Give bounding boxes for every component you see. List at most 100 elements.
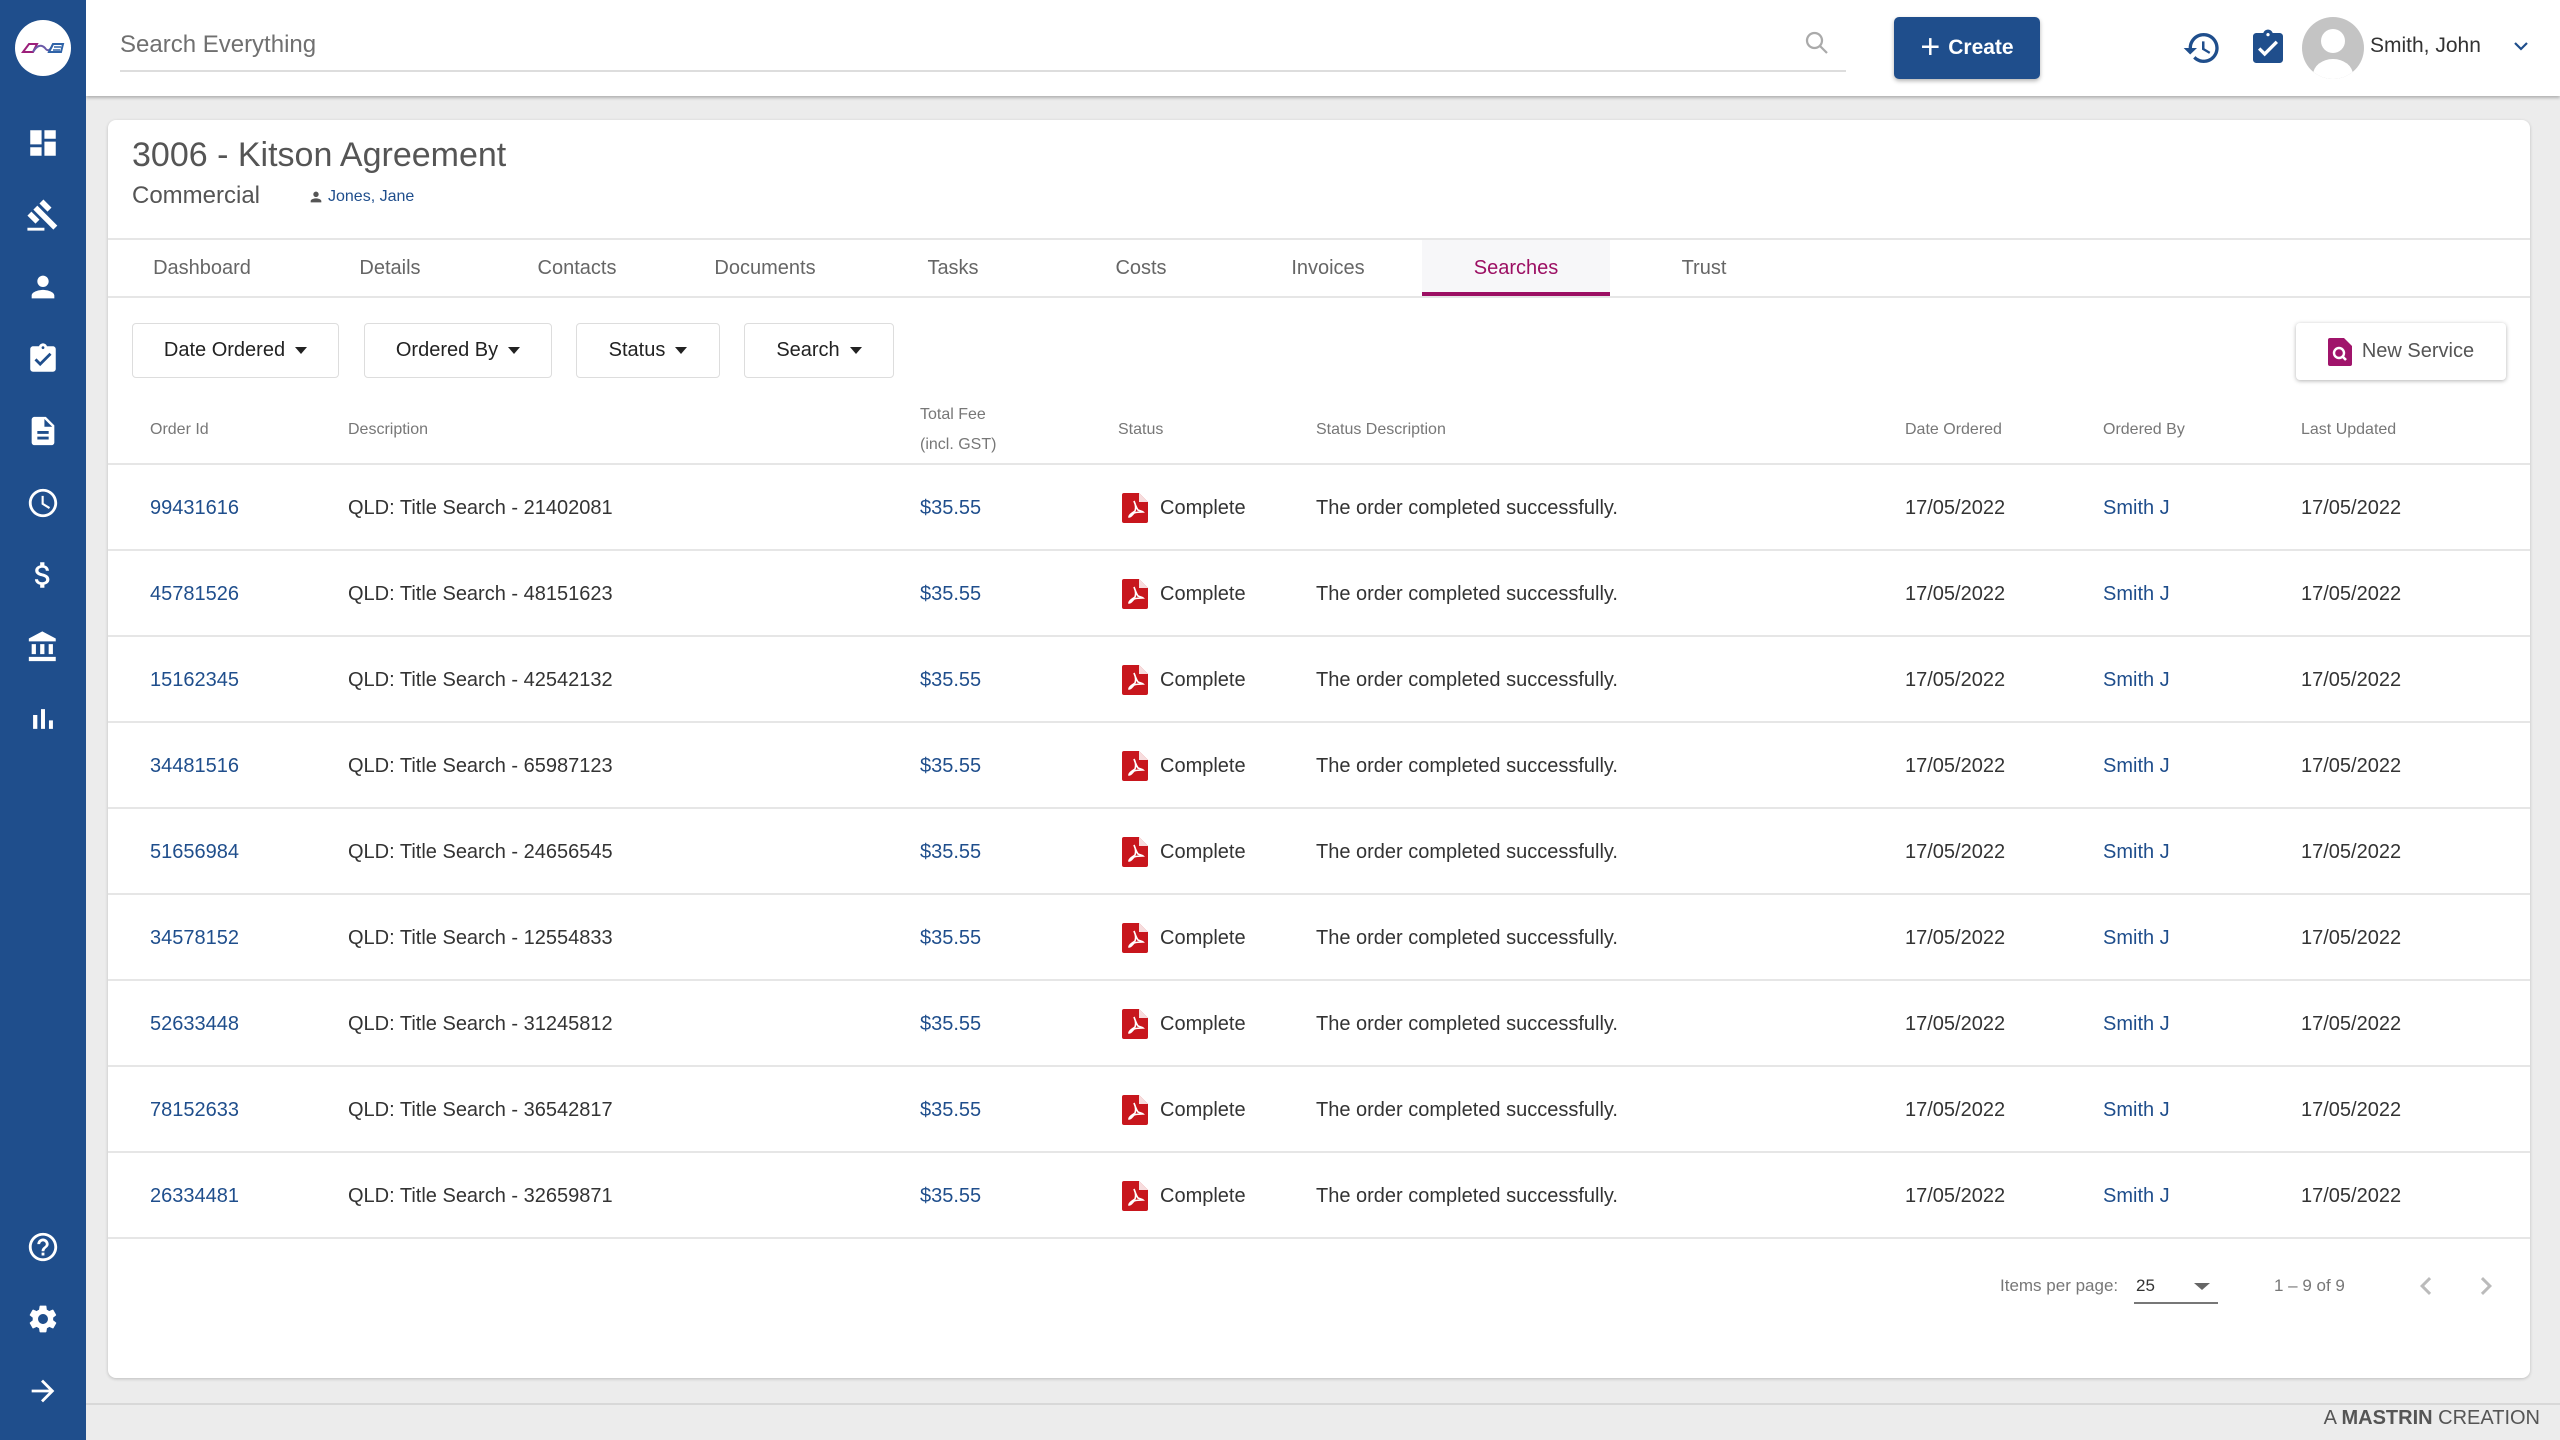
column-header-order-id[interactable]: Order Id [150, 415, 209, 445]
previous-page-button[interactable] [2408, 1268, 2444, 1304]
status-cell: Complete [1122, 465, 1246, 551]
fee-link[interactable]: $35.55 [920, 1153, 981, 1239]
fee-link[interactable]: $35.55 [920, 723, 981, 809]
pdf-icon[interactable] [1122, 665, 1148, 695]
fee-link[interactable]: $35.55 [920, 551, 981, 637]
chevron-right-icon [2480, 1277, 2492, 1295]
order-id-link[interactable]: 51656984 [150, 809, 239, 895]
fee-link[interactable]: $35.55 [920, 981, 981, 1067]
pdf-icon[interactable] [1122, 1181, 1148, 1211]
table-row[interactable]: 99431616 QLD: Title Search - 21402081 $35.… [108, 465, 2530, 551]
sidebar-item-dashboard[interactable] [0, 118, 86, 168]
order-id-link[interactable]: 78152633 [150, 1067, 239, 1153]
order-id-link[interactable]: 15162345 [150, 637, 239, 723]
order-id-link[interactable]: 26334481 [150, 1153, 239, 1239]
sidebar-item-tasks[interactable] [0, 334, 86, 384]
column-header-total-fee[interactable]: Total Fee [920, 400, 986, 430]
fee-link[interactable]: $35.55 [920, 809, 981, 895]
user-name[interactable]: Smith, John [2370, 34, 2481, 58]
table-row[interactable]: 26334481 QLD: Title Search - 32659871 $35.… [108, 1153, 2530, 1239]
new-service-button[interactable]: New Service [2296, 323, 2506, 380]
table-row[interactable]: 51656984 QLD: Title Search - 24656545 $35.… [108, 809, 2530, 895]
items-per-page-select[interactable]: 25 [2134, 1268, 2218, 1304]
tab-costs[interactable]: Costs [1047, 240, 1235, 296]
sidebar-item-reports[interactable] [0, 694, 86, 744]
filter-ordered-by[interactable]: Ordered By [364, 323, 552, 378]
tab-trust[interactable]: Trust [1610, 240, 1798, 296]
table-row[interactable]: 15162345 QLD: Title Search - 42542132 $35.… [108, 637, 2530, 723]
tab-documents[interactable]: Documents [671, 240, 859, 296]
tab-invoices[interactable]: Invoices [1234, 240, 1422, 296]
avatar[interactable] [2302, 17, 2364, 79]
search-icon[interactable] [1802, 28, 1832, 58]
sidebar-item-matters[interactable] [0, 190, 86, 240]
task-check-icon [2253, 29, 2283, 64]
pdf-icon[interactable] [1122, 837, 1148, 867]
ordered-by-link[interactable]: Smith J [2103, 551, 2170, 637]
chevron-down-icon[interactable] [2509, 34, 2533, 58]
pdf-icon[interactable] [1122, 579, 1148, 609]
pdf-icon[interactable] [1122, 1095, 1148, 1125]
table-row[interactable]: 78152633 QLD: Title Search - 36542817 $35.… [108, 1067, 2530, 1153]
date-ordered-cell: 17/05/2022 [1905, 841, 2006, 863]
tab-searches[interactable]: Searches [1422, 240, 1610, 296]
ordered-by-link[interactable]: Smith J [2103, 637, 2170, 723]
order-id-link[interactable]: 34481516 [150, 723, 239, 809]
ordered-by-link[interactable]: Smith J [2103, 895, 2170, 981]
sidebar-item-time[interactable] [0, 478, 86, 528]
history-button[interactable] [2182, 28, 2222, 68]
paginator: Items per page: 25 1 – 9 of 9 [108, 1264, 2530, 1314]
ordered-by-link[interactable]: Smith J [2103, 981, 2170, 1067]
sidebar-item-billing[interactable] [0, 550, 86, 600]
ordered-by-link[interactable]: Smith J [2103, 723, 2170, 809]
column-header-description[interactable]: Description [348, 415, 428, 445]
tab-details[interactable]: Details [296, 240, 484, 296]
sidebar-item-help[interactable] [0, 1222, 86, 1272]
sidebar-item-documents[interactable] [0, 406, 86, 456]
tab-tasks[interactable]: Tasks [859, 240, 1047, 296]
fee-link[interactable]: $35.55 [920, 637, 981, 723]
sidebar-item-settings[interactable] [0, 1294, 86, 1344]
app-logo[interactable] [15, 20, 71, 76]
pdf-icon[interactable] [1122, 923, 1148, 953]
search-input[interactable] [120, 22, 1780, 68]
fee-link[interactable]: $35.55 [920, 1067, 981, 1153]
table-row[interactable]: 52633448 QLD: Title Search - 31245812 $35.… [108, 981, 2530, 1067]
ordered-by-link[interactable]: Smith J [2103, 1067, 2170, 1153]
pdf-icon[interactable] [1122, 751, 1148, 781]
page-title: 3006 - Kitson Agreement [132, 136, 507, 174]
history-button[interactable] [1916, 28, 1956, 68]
tab-dashboard[interactable]: Dashboard [108, 240, 296, 296]
chevron-left-icon [2420, 1277, 2432, 1295]
sidebar-item-trust[interactable] [0, 622, 86, 672]
order-id-link[interactable]: 52633448 [150, 981, 239, 1067]
next-page-button[interactable] [2468, 1268, 2504, 1304]
sidebar-item-expand[interactable] [0, 1366, 86, 1416]
tab-contacts[interactable]: Contacts [483, 240, 671, 296]
matter-owner[interactable]: Jones, Jane [308, 188, 414, 206]
column-header-status[interactable]: Status [1118, 415, 1163, 445]
column-header-date-ordered[interactable]: Date Ordered [1905, 415, 2002, 445]
column-header-last-updated[interactable]: Last Updated [2301, 415, 2396, 445]
order-id-link[interactable]: 34578152 [150, 895, 239, 981]
date-ordered-cell: 17/05/2022 [1905, 497, 2006, 519]
tasks-button[interactable] [2248, 28, 2288, 68]
ordered-by-link[interactable]: Smith J [2103, 1153, 2170, 1239]
ordered-by-link[interactable]: Smith J [2103, 809, 2170, 895]
filter-date-ordered[interactable]: Date Ordered [132, 323, 339, 378]
sidebar-item-contacts[interactable] [0, 262, 86, 312]
fee-link[interactable]: $35.55 [920, 465, 981, 551]
table-row[interactable]: 34481516 QLD: Title Search - 65987123 $35.… [108, 723, 2530, 809]
fee-link[interactable]: $35.55 [920, 895, 981, 981]
order-id-link[interactable]: 99431616 [150, 465, 239, 551]
column-header-ordered-by[interactable]: Ordered By [2103, 415, 2185, 445]
pdf-icon[interactable] [1122, 493, 1148, 523]
filter-search[interactable]: Search [744, 323, 894, 378]
filter-status[interactable]: Status [576, 323, 720, 378]
ordered-by-link[interactable]: Smith J [2103, 465, 2170, 551]
table-row[interactable]: 45781526 QLD: Title Search - 48151623 $35.… [108, 551, 2530, 637]
pdf-icon[interactable] [1122, 1009, 1148, 1039]
order-id-link[interactable]: 45781526 [150, 551, 239, 637]
column-header-status-description[interactable]: Status Description [1316, 415, 1446, 445]
table-row[interactable]: 34578152 QLD: Title Search - 12554833 $35.… [108, 895, 2530, 981]
